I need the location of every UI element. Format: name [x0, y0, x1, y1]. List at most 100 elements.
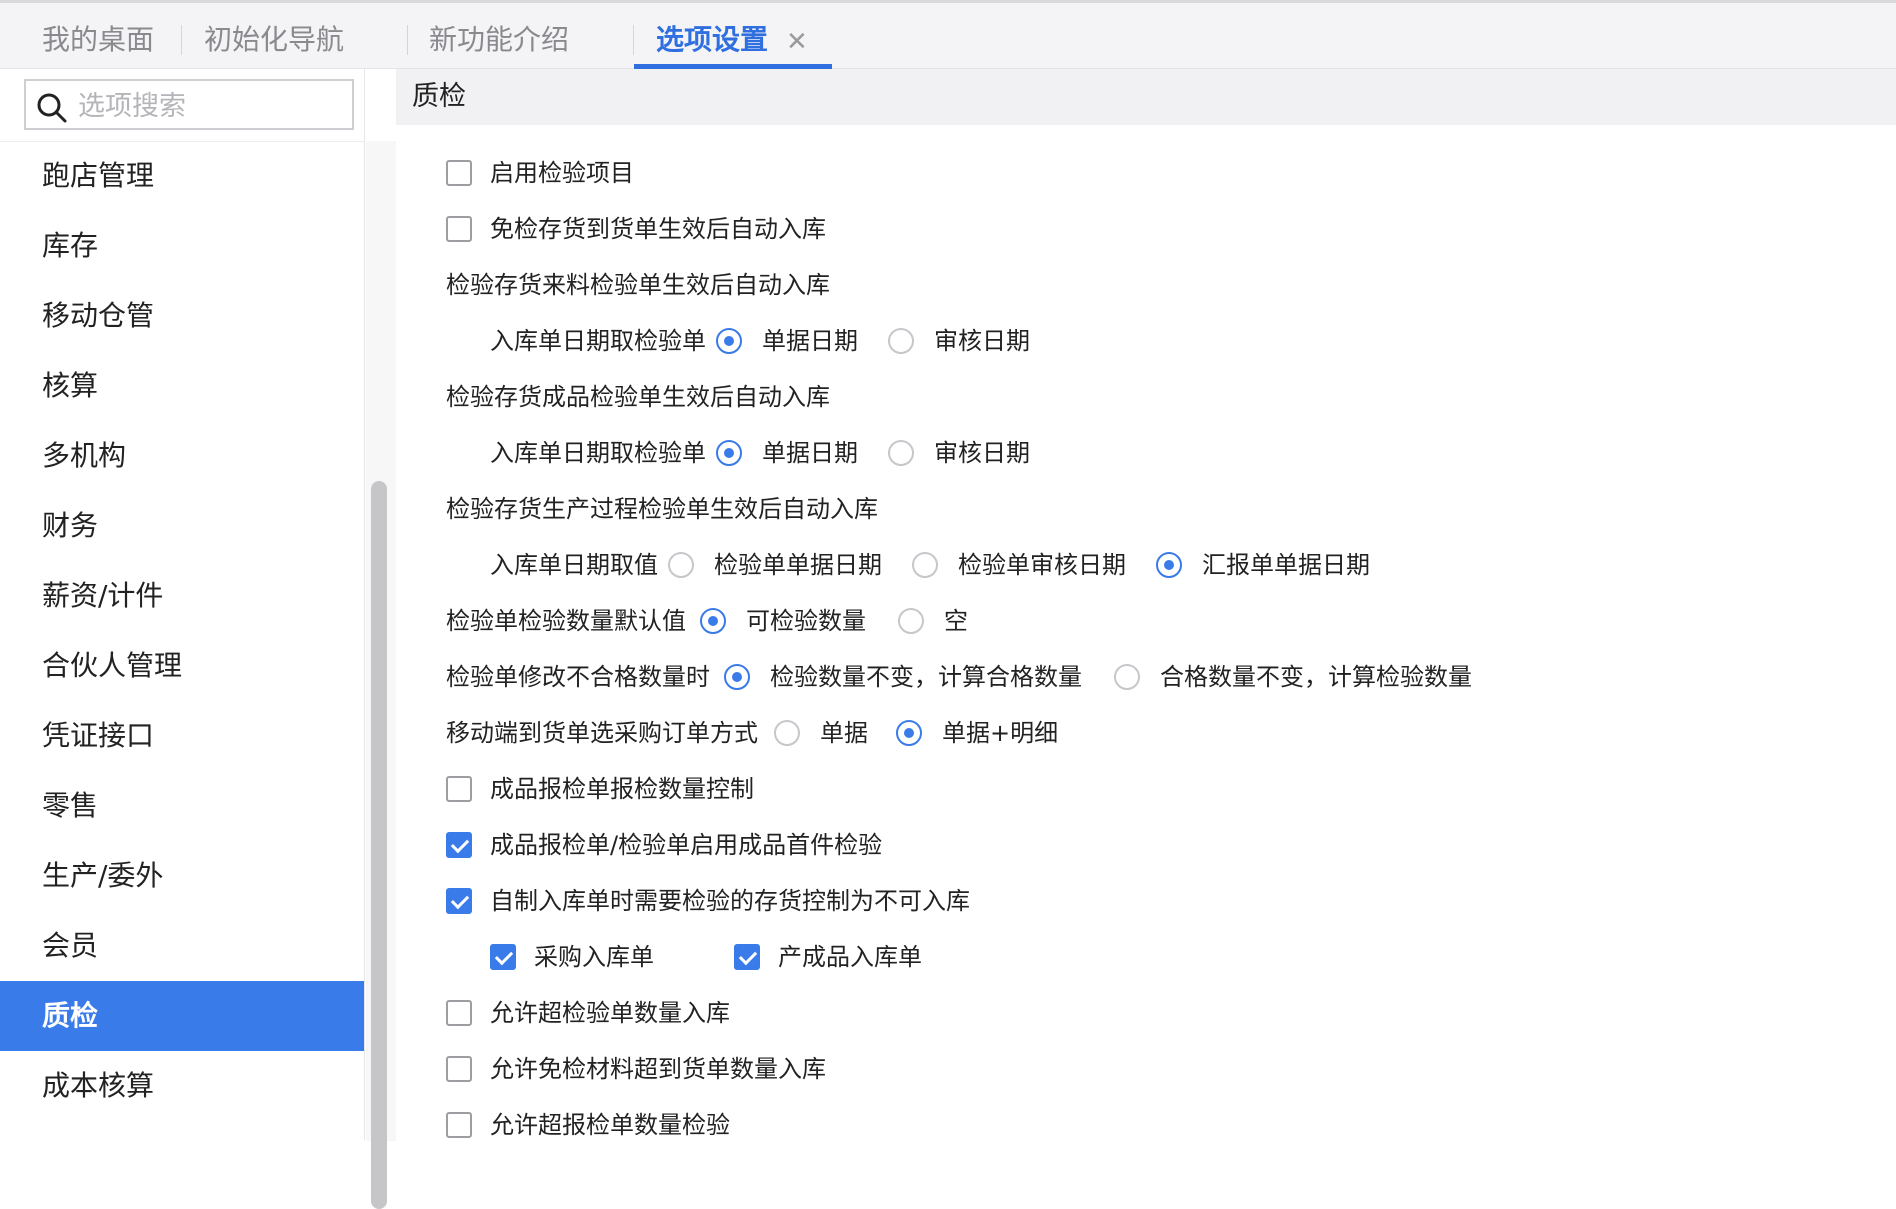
option-label: 采购入库单 [534, 943, 654, 971]
section-title: 质检 [412, 81, 466, 112]
option-label: 成品报检单报检数量控制 [490, 775, 754, 803]
radio-label: 汇报单单据日期 [1202, 551, 1370, 579]
sidebar-item-member[interactable]: 会员 [0, 911, 364, 981]
option-row: 检验单检验数量默认值 可检验数量 空 [446, 601, 1346, 641]
group-title: 检验存货来料检验单生效后自动入库 [446, 271, 830, 299]
radio-label: 检验单审核日期 [958, 551, 1126, 579]
sidebar-item-production[interactable]: 生产/委外 [0, 841, 364, 911]
sidebar-item-partner[interactable]: 合伙人管理 [0, 631, 364, 701]
sidebar-item-voucher[interactable]: 凭证接口 [0, 701, 364, 771]
option-label: 成品报检单/检验单启用成品首件检验 [490, 831, 883, 859]
radio-label: 单据日期 [762, 327, 858, 355]
tab-divider [181, 25, 182, 55]
search-input[interactable] [76, 85, 350, 127]
section-header: 质检 [396, 69, 1896, 125]
option-row: 入库单日期取检验单 单据日期 审核日期 [490, 321, 1390, 361]
option-label: 自制入库单时需要检验的存货控制为不可入库 [490, 887, 970, 915]
settings-panel: 质检 启用检验项目 免检存货到货单生效后自动入库 检验存货来料检验单生效后自动入… [396, 69, 1896, 1140]
scrollbar-thumb[interactable] [371, 481, 387, 1209]
option-label: 入库单日期取值 [490, 551, 658, 579]
default-qty-empty-radio[interactable] [898, 608, 924, 634]
tab-init-guide[interactable]: 初始化导航 [204, 3, 344, 69]
purchase-inbound-checkbox[interactable] [490, 944, 516, 970]
option-label: 产成品入库单 [778, 943, 922, 971]
sidebar: 跑店管理 库存 移动仓管 核算 多机构 财务 薪资/计件 合伙人管理 凭证接口 … [0, 69, 396, 1209]
tab-new-features[interactable]: 新功能介绍 [429, 3, 569, 69]
keep-qualified-qty-radio[interactable] [1114, 664, 1140, 690]
option-row: 入库单日期取检验单 单据日期 审核日期 [490, 433, 1390, 473]
option-row: 允许超报检单数量检验 [446, 1105, 1346, 1145]
sidebar-item-finance[interactable]: 财务 [0, 491, 364, 561]
incoming-audit-date-radio[interactable] [888, 328, 914, 354]
group-title: 检验存货成品检验单生效后自动入库 [446, 383, 830, 411]
option-label: 允许超报检单数量检验 [490, 1111, 730, 1139]
sidebar-item-store-visit[interactable]: 跑店管理 [0, 141, 364, 211]
radio-label: 单据+明细 [942, 719, 1059, 747]
option-row: 启用检验项目 [446, 153, 1346, 193]
option-label: 启用检验项目 [490, 159, 634, 187]
option-label: 入库单日期取检验单 [490, 327, 706, 355]
process-inspection-doc-date-radio[interactable] [668, 552, 694, 578]
allow-exceed-inspection-checkbox[interactable] [446, 1000, 472, 1026]
option-label: 移动端到货单选采购订单方式 [446, 719, 758, 747]
search-box [24, 79, 354, 130]
radio-label: 合格数量不变，计算检验数量 [1160, 663, 1472, 691]
radio-label: 空 [944, 607, 968, 635]
finished-audit-date-radio[interactable] [888, 440, 914, 466]
radio-label: 审核日期 [934, 439, 1030, 467]
tab-my-desktop[interactable]: 我的桌面 [42, 3, 154, 69]
process-inspection-audit-date-radio[interactable] [912, 552, 938, 578]
option-label: 入库单日期取检验单 [490, 439, 706, 467]
option-row: 入库单日期取值 检验单单据日期 检验单审核日期 汇报单单据日期 [490, 545, 1690, 585]
product-inbound-checkbox[interactable] [734, 944, 760, 970]
allow-exempt-exceed-checkbox[interactable] [446, 1056, 472, 1082]
incoming-doc-date-radio[interactable] [716, 328, 742, 354]
option-row: 成品报检单/检验单启用成品首件检验 [446, 825, 1346, 865]
group-title: 检验存货生产过程检验单生效后自动入库 [446, 495, 878, 523]
tab-option-settings[interactable]: 选项设置 [656, 3, 768, 69]
allow-exceed-report-checkbox[interactable] [446, 1112, 472, 1138]
sidebar-item-quality[interactable]: 质检 [0, 981, 364, 1051]
tab-bar: 我的桌面 初始化导航 新功能介绍 选项设置 ✕ [0, 0, 1896, 69]
tab-divider [633, 25, 634, 55]
option-row: 自制入库单时需要检验的存货控制为不可入库 [446, 881, 1346, 921]
first-piece-inspection-checkbox[interactable] [446, 832, 472, 858]
sidebar-item-mobile-warehouse[interactable]: 移动仓管 [0, 281, 364, 351]
process-report-doc-date-radio[interactable] [1156, 552, 1182, 578]
mobile-po-doc-radio[interactable] [774, 720, 800, 746]
self-made-inbound-checkbox[interactable] [446, 888, 472, 914]
option-label: 允许免检材料超到货单数量入库 [490, 1055, 826, 1083]
option-row: 移动端到货单选采购订单方式 单据 单据+明细 [446, 713, 1446, 753]
mobile-po-doc-detail-radio[interactable] [896, 720, 922, 746]
option-row: 采购入库单 产成品入库单 [490, 937, 1390, 977]
sidebar-item-retail[interactable]: 零售 [0, 771, 364, 841]
option-row: 免检存货到货单生效后自动入库 [446, 209, 1346, 249]
option-row: 允许超检验单数量入库 [446, 993, 1346, 1033]
sidebar-item-cost[interactable]: 成本核算 [0, 1051, 364, 1121]
close-icon[interactable]: ✕ [786, 29, 808, 55]
sidebar-item-accounting[interactable]: 核算 [0, 351, 364, 421]
option-row: 成品报检单报检数量控制 [446, 769, 1346, 809]
exempt-auto-inbound-checkbox[interactable] [446, 216, 472, 242]
option-label: 免检存货到货单生效后自动入库 [490, 215, 826, 243]
radio-label: 检验单单据日期 [714, 551, 882, 579]
enable-inspection-checkbox[interactable] [446, 160, 472, 186]
radio-label: 可检验数量 [746, 607, 866, 635]
radio-label: 检验数量不变，计算合格数量 [770, 663, 1082, 691]
finished-report-qty-checkbox[interactable] [446, 776, 472, 802]
option-row: 检验单修改不合格数量时 检验数量不变，计算合格数量 合格数量不变，计算检验数量 [446, 657, 1746, 697]
option-label: 检验单检验数量默认值 [446, 607, 686, 635]
option-label: 允许超检验单数量入库 [490, 999, 730, 1027]
search-icon[interactable] [36, 92, 68, 124]
finished-doc-date-radio[interactable] [716, 440, 742, 466]
radio-label: 审核日期 [934, 327, 1030, 355]
sidebar-item-multi-org[interactable]: 多机构 [0, 421, 364, 491]
keep-inspection-qty-radio[interactable] [724, 664, 750, 690]
default-qty-inspectable-radio[interactable] [700, 608, 726, 634]
option-label: 检验单修改不合格数量时 [446, 663, 710, 691]
tab-divider [407, 25, 408, 55]
sidebar-item-payroll[interactable]: 薪资/计件 [0, 561, 364, 631]
radio-label: 单据 [820, 719, 868, 747]
sidebar-item-inventory[interactable]: 库存 [0, 211, 364, 281]
option-row: 允许免检材料超到货单数量入库 [446, 1049, 1346, 1089]
